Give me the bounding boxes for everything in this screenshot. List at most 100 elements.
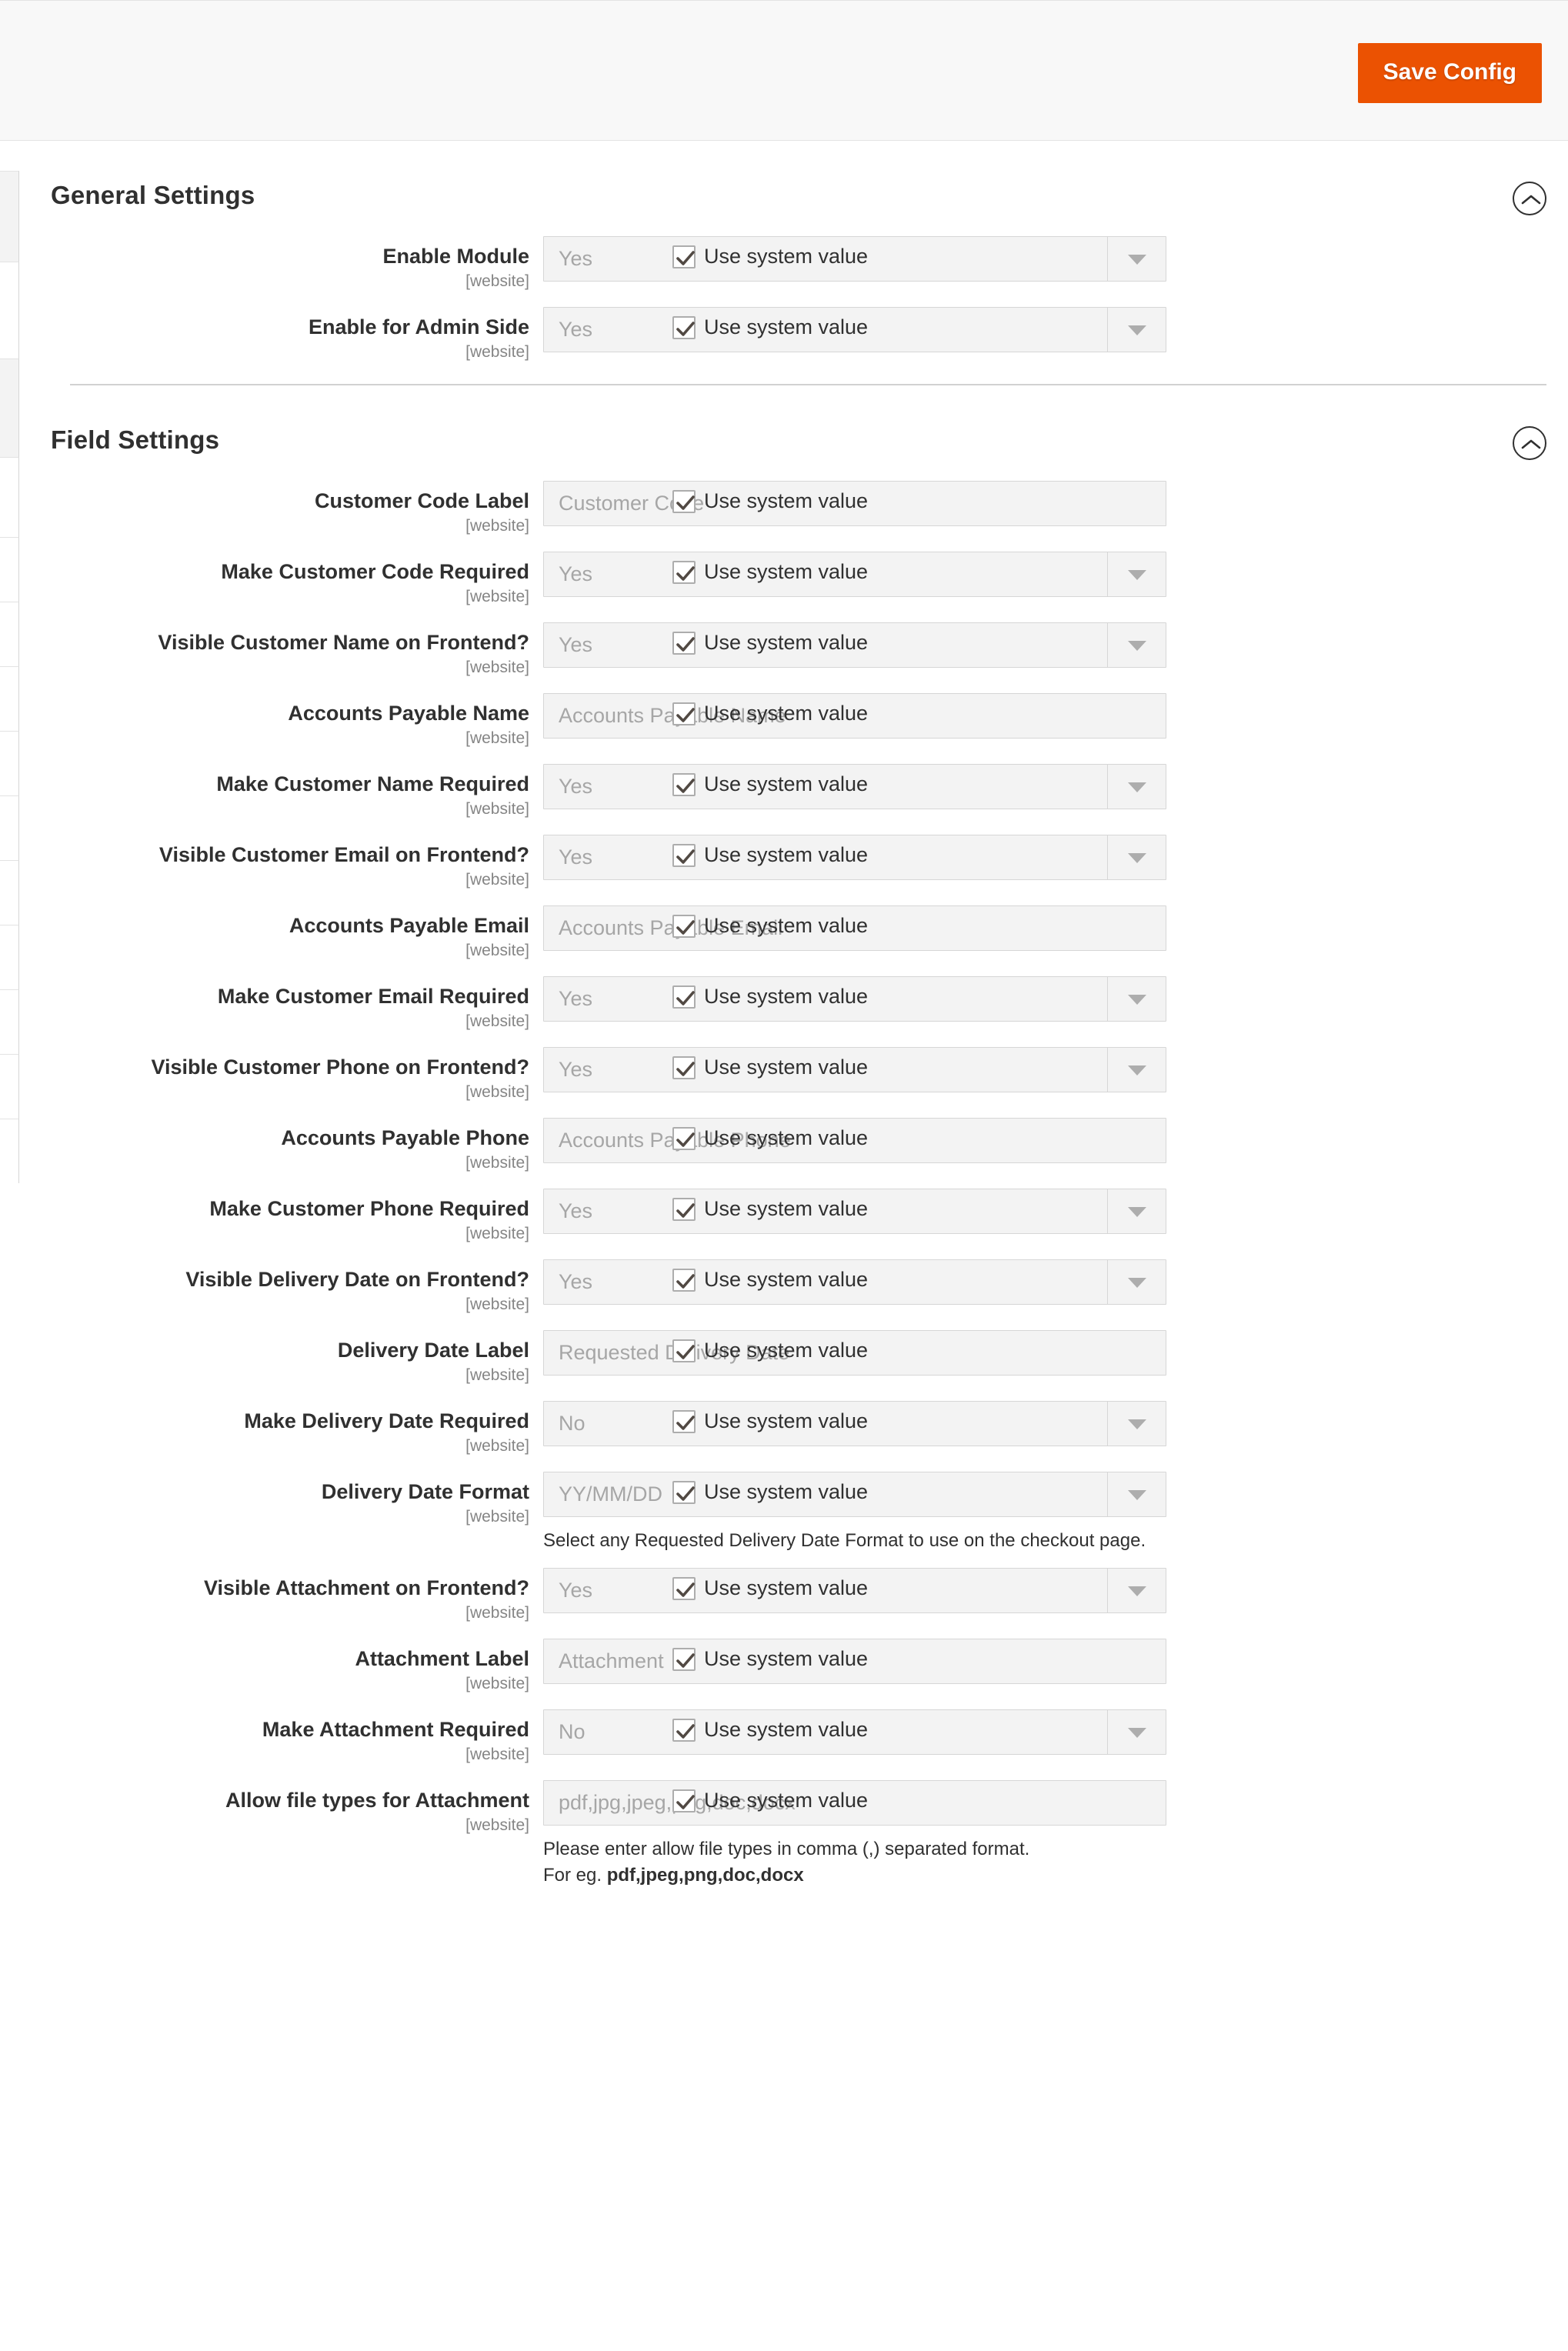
checkbox-box[interactable] [672,985,696,1009]
use-system-value-checkbox[interactable]: Use system value [672,1647,868,1671]
chevron-down-icon [1107,1569,1166,1613]
use-system-value-checkbox[interactable]: Use system value [672,914,868,938]
field-scope-label: [website] [465,587,529,605]
field-label-col: Customer Code Label [website] [19,481,543,538]
field-row: Make Customer Email Required [website] Yes… [19,976,1568,1033]
left-nav-rail [0,171,19,1183]
field-label-col: Enable Module [website] [19,236,543,293]
left-nav-item[interactable] [0,989,19,1054]
use-system-value-checkbox[interactable]: Use system value [672,245,868,268]
chevron-down-icon [1107,1189,1166,1233]
checkbox-box[interactable] [672,1480,696,1504]
use-system-value-checkbox[interactable]: Use system value [672,1789,868,1812]
use-system-value-checkbox[interactable]: Use system value [672,1718,868,1742]
checkbox-box[interactable] [672,1647,696,1671]
checkbox-box[interactable] [672,1409,696,1433]
checkbox-box[interactable] [672,489,696,513]
field-label: Enable for Admin Side [308,315,529,338]
use-system-value-checkbox[interactable]: Use system value [672,843,868,867]
section-collapse-toggle[interactable] [1513,182,1546,215]
left-nav-item[interactable] [0,171,19,262]
checkbox-box[interactable] [672,843,696,867]
field-note-prefix: For eg. [543,1865,607,1886]
use-system-value-checkbox[interactable]: Use system value [672,1197,868,1221]
field-row: Make Customer Name Required [website] Yes U… [19,764,1568,821]
field-label-col: Accounts Payable Name [website] [19,693,543,750]
field-scope-label: [website] [465,1224,529,1242]
section-header-general-settings[interactable]: General Settings [51,141,1546,236]
check-icon [676,1486,695,1501]
field-label: Make Delivery Date Required [244,1409,529,1432]
left-nav-item[interactable] [0,925,19,989]
use-system-value-checkbox[interactable]: Use system value [672,1480,868,1504]
use-system-value-checkbox[interactable]: Use system value [672,631,868,655]
use-system-value-label: Use system value [704,631,869,654]
left-nav-item[interactable] [0,795,19,860]
select-value: Yes [559,1579,593,1602]
section-collapse-toggle[interactable] [1513,426,1546,460]
left-nav-item[interactable] [0,358,19,457]
check-icon [676,495,695,510]
left-nav-item[interactable] [0,1054,19,1119]
check-icon [676,321,695,336]
section-header-field-settings[interactable]: Field Settings [51,385,1546,481]
use-system-value-checkbox[interactable]: Use system value [672,1268,868,1292]
checkbox-box[interactable] [672,560,696,584]
left-nav-item[interactable] [0,860,19,925]
left-nav-item[interactable] [0,457,19,537]
use-system-value-checkbox[interactable]: Use system value [672,560,868,584]
use-system-value-checkbox[interactable]: Use system value [672,1126,868,1150]
left-nav-item[interactable] [0,262,19,358]
checkbox-box[interactable] [672,1268,696,1292]
field-label: Visible Customer Email on Frontend? [158,843,529,866]
select-value: Yes [559,987,593,1010]
use-system-value-label: Use system value [704,985,869,1008]
field-label: Delivery Date Label [337,1339,529,1362]
left-nav-item[interactable] [0,537,19,602]
checkbox-box[interactable] [672,631,696,655]
field-scope-label: [website] [465,870,529,889]
checkbox-box[interactable] [672,1197,696,1221]
field-label: Make Customer Name Required [216,772,529,795]
use-system-value-checkbox[interactable]: Use system value [672,985,868,1009]
select-value: YY/MM/DD [559,1482,662,1506]
use-system-value-checkbox[interactable]: Use system value [672,1339,868,1362]
use-system-value-checkbox[interactable]: Use system value [672,489,868,513]
check-icon [676,565,695,581]
use-system-value-checkbox[interactable]: Use system value [672,1055,868,1079]
checkbox-box[interactable] [672,1126,696,1150]
checkbox-box[interactable] [672,772,696,796]
save-config-button[interactable]: Save Config [1357,43,1542,103]
section-title: General Settings [51,181,255,209]
use-system-value-checkbox[interactable]: Use system value [672,1409,868,1433]
section-title: Field Settings [51,425,220,454]
check-icon [676,1582,695,1597]
field-label: Delivery Date Format [321,1480,529,1503]
use-system-value-checkbox[interactable]: Use system value [672,315,868,339]
checkbox-box[interactable] [672,1789,696,1812]
field-label-col: Make Customer Name Required [website] [19,764,543,821]
left-nav-item[interactable] [0,602,19,666]
checkbox-box[interactable] [672,315,696,339]
field-scope-label: [website] [465,1012,529,1030]
use-system-value-checkbox[interactable]: Use system value [672,1576,868,1600]
use-system-value-label: Use system value [704,1268,869,1291]
checkbox-box[interactable] [672,702,696,725]
left-nav-item[interactable] [0,731,19,795]
use-system-value-checkbox[interactable]: Use system value [672,702,868,725]
checkbox-box[interactable] [672,914,696,938]
checkbox-box[interactable] [672,1055,696,1079]
checkbox-box[interactable] [672,1339,696,1362]
field-label-col: Visible Customer Email on Frontend? [webs… [19,835,543,892]
field-scope-label: [website] [465,516,529,535]
select-value: Yes [559,633,593,656]
fieldset-general-settings: Enable Module [website] Yes Use system valu… [19,236,1568,384]
left-nav-item[interactable] [0,666,19,731]
left-nav-item[interactable] [0,1119,19,1183]
use-system-value-checkbox[interactable]: Use system value [672,772,868,796]
checkbox-box[interactable] [672,245,696,268]
check-icon [676,1202,695,1218]
field-row: Enable Module [website] Yes Use system valu… [19,236,1568,293]
checkbox-box[interactable] [672,1576,696,1600]
checkbox-box[interactable] [672,1718,696,1742]
